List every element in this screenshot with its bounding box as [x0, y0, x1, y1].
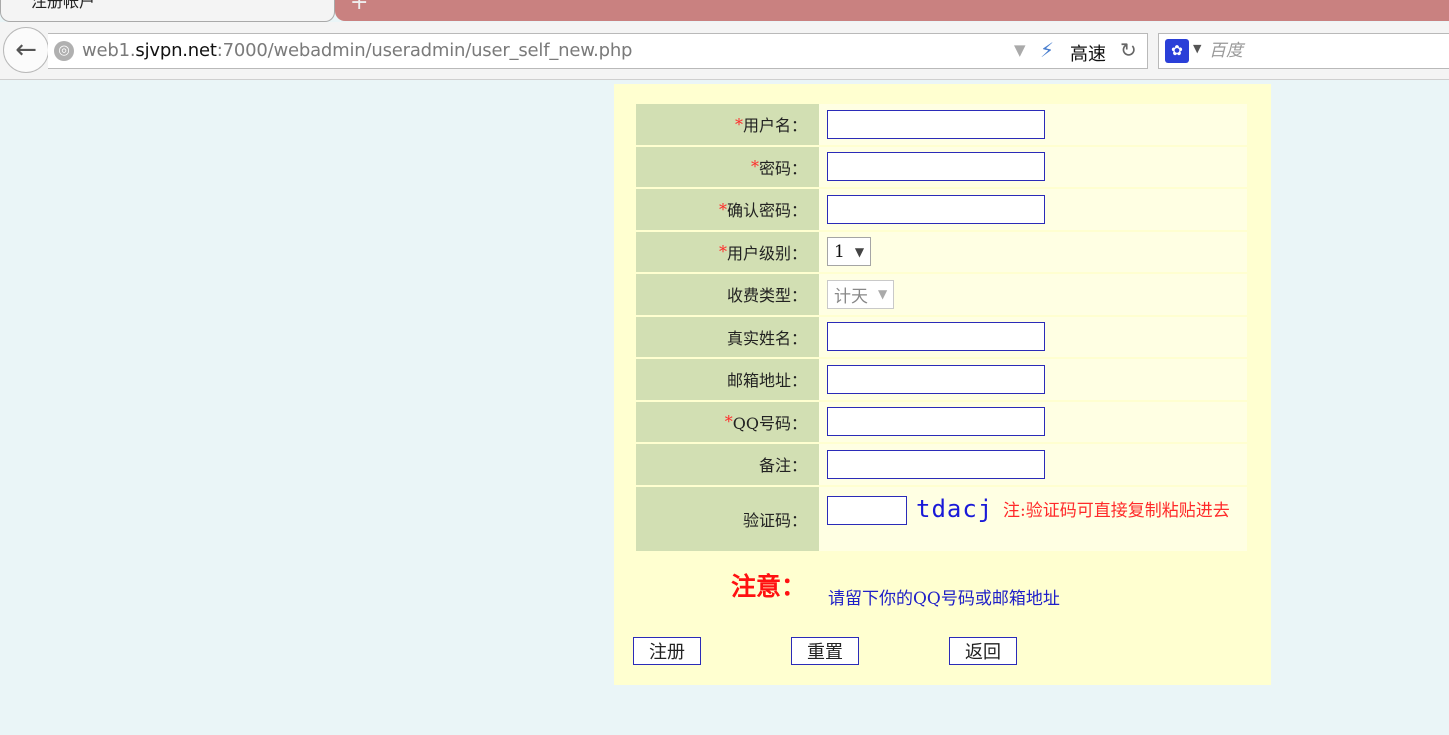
password-label-text: 密码： — [758, 158, 807, 178]
row-user-level: * 用户级别： 1 ▼ — [636, 231, 1247, 274]
remarks-input[interactable] — [827, 449, 1045, 479]
required-mark: * — [724, 412, 733, 432]
username-input[interactable] — [827, 109, 1045, 139]
user-level-select[interactable]: 1 ▼ — [827, 237, 872, 267]
tab-strip — [335, 0, 1449, 21]
real-name-input[interactable] — [827, 322, 1045, 352]
notice-title: 注意： — [731, 572, 807, 601]
billing-type-select: 计天 ▼ — [827, 279, 895, 309]
qq-label-text: QQ号码： — [732, 413, 807, 433]
reload-icon[interactable]: ↻ — [1120, 38, 1137, 62]
username-label: * 用户名： — [636, 104, 819, 145]
url-text[interactable]: web1.sjvpn.net:7000/webadmin/useradmin/u… — [82, 40, 632, 61]
back-arrow-icon: ← — [15, 35, 37, 65]
url-host: sjvpn.net — [135, 40, 217, 61]
username-label-text: 用户名： — [742, 116, 807, 136]
tab-bar: 注册帐户 × + — [0, 0, 1449, 22]
billing-type-label: 收费类型： — [636, 274, 819, 315]
real-name-label: 真实姓名： — [636, 316, 819, 357]
billing-type-value: 计天 — [834, 286, 868, 307]
email-label: 邮箱地址： — [636, 359, 819, 400]
chevron-down-icon: ▼ — [854, 244, 865, 259]
close-tab-icon[interactable]: × — [303, 0, 318, 5]
password-input[interactable] — [827, 152, 1045, 182]
new-tab-icon[interactable]: + — [350, 0, 368, 15]
speed-mode-icon[interactable]: ⚡ — [1040, 38, 1054, 62]
required-mark: * — [750, 157, 759, 177]
register-button[interactable]: 注册 — [633, 637, 701, 665]
baidu-paw-icon[interactable]: ✿ — [1165, 39, 1189, 63]
search-bar: ✿ ▼ — [1158, 33, 1449, 69]
billing-type-label-text: 收费类型： — [726, 286, 807, 306]
row-qq: * QQ号码： — [636, 401, 1247, 444]
user-level-label-text: 用户级别： — [726, 243, 807, 263]
required-mark: * — [718, 199, 727, 219]
registration-form: * 用户名： * 密码： * 确认密码： * 用户级别： 1 ▼ 收费类型： 计… — [636, 104, 1247, 553]
captcha-label-text: 验证码： — [742, 510, 807, 530]
globe-icon: ◎ — [54, 41, 74, 61]
url-path: :7000/webadmin/useradmin/user_self_new.p… — [216, 40, 633, 61]
user-level-label: * 用户级别： — [636, 231, 819, 272]
history-dropdown-icon[interactable]: ▼ — [1014, 41, 1026, 59]
chevron-down-icon: ▼ — [878, 287, 888, 302]
address-bar[interactable]: ◎ web1.sjvpn.net:7000/webadmin/useradmin… — [48, 33, 1148, 69]
email-input[interactable] — [827, 364, 1045, 394]
row-remarks: 备注： — [636, 444, 1247, 487]
row-email: 邮箱地址： — [636, 359, 1247, 402]
remarks-label-text: 备注： — [758, 456, 807, 476]
email-label-text: 邮箱地址： — [726, 371, 807, 391]
row-password: * 密码： — [636, 146, 1247, 189]
qq-input[interactable] — [827, 407, 1045, 437]
search-engine-dropdown-icon[interactable]: ▼ — [1193, 42, 1201, 55]
active-tab[interactable]: 注册帐户 × — [0, 0, 335, 22]
notice-text: 请留下你的QQ号码或邮箱地址 — [828, 589, 1060, 609]
qq-label: * QQ号码： — [636, 401, 819, 442]
captcha-note: 注:验证码可直接复制粘贴进去 — [1003, 500, 1230, 521]
row-billing-type: 收费类型： 计天 ▼ — [636, 274, 1247, 317]
row-confirm-password: * 确认密码： — [636, 189, 1247, 232]
url-host-prefix: web1. — [82, 40, 136, 61]
user-level-value: 1 — [834, 241, 845, 262]
registration-panel: * 用户名： * 密码： * 确认密码： * 用户级别： 1 ▼ 收费类型： 计… — [614, 84, 1271, 685]
navigation-bar: ← ◎ web1.sjvpn.net:7000/webadmin/useradm… — [0, 22, 1449, 80]
confirm-password-label-text: 确认密码： — [726, 201, 807, 221]
confirm-password-input[interactable] — [827, 194, 1045, 224]
row-captcha: 验证码： tdacj 注:验证码可直接复制粘贴进去 — [636, 486, 1247, 553]
password-label: * 密码： — [636, 146, 819, 187]
required-mark: * — [718, 242, 727, 262]
back-button[interactable]: ← — [3, 27, 49, 73]
row-username: * 用户名： — [636, 104, 1247, 147]
tab-title: 注册帐户 — [31, 0, 96, 11]
remarks-label: 备注： — [636, 444, 819, 485]
captcha-label: 验证码： — [636, 486, 819, 551]
back-page-button[interactable]: 返回 — [949, 637, 1017, 665]
search-input[interactable] — [1209, 38, 1449, 64]
confirm-password-label: * 确认密码： — [636, 189, 819, 230]
required-mark: * — [734, 114, 743, 134]
reset-button[interactable]: 重置 — [791, 637, 859, 665]
real-name-label-text: 真实姓名： — [726, 328, 807, 348]
speed-mode-label[interactable]: 高速 — [1070, 40, 1106, 66]
row-real-name: 真实姓名： — [636, 316, 1247, 359]
